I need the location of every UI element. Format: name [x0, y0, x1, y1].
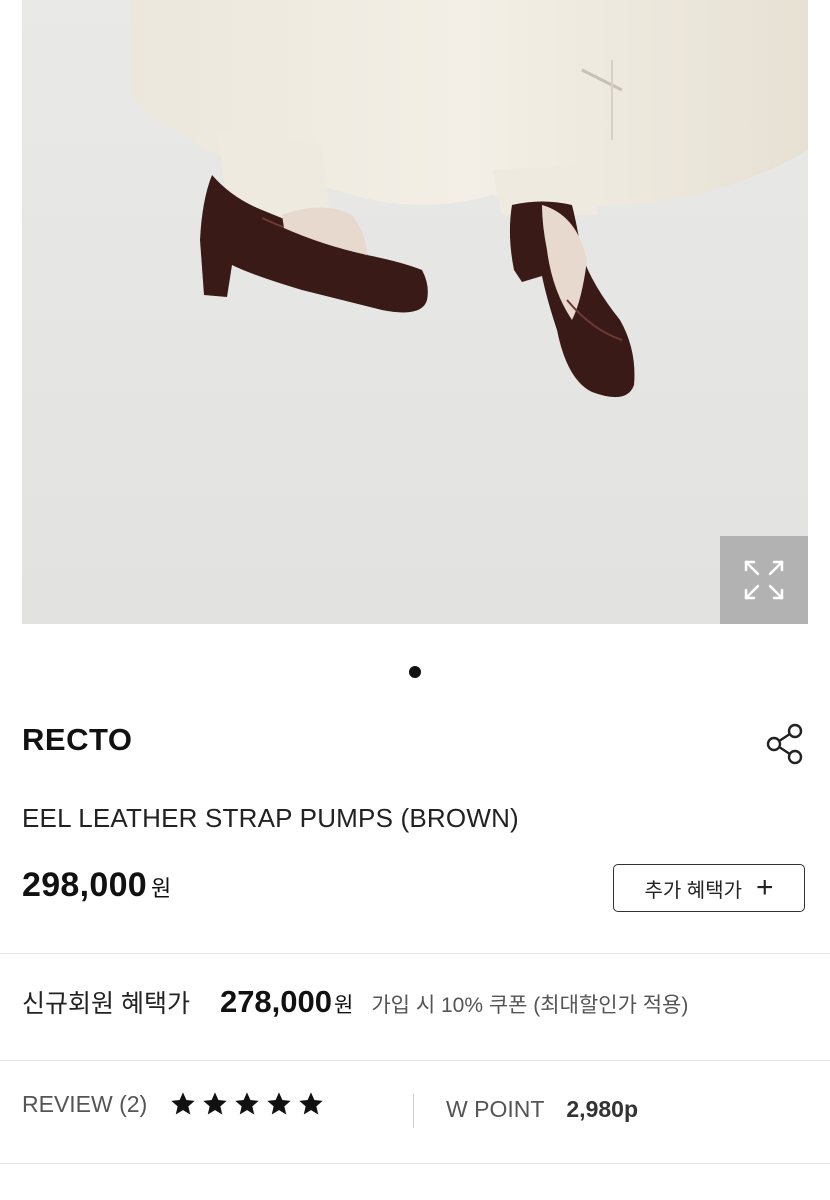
member-benefit-row: 신규회원 혜택가 278,000 원 가입 시 10% 쿠폰 (최대할인가 적용…	[22, 984, 688, 1020]
w-point-value: 2,980p	[566, 1096, 638, 1122]
vertical-separator	[413, 1094, 414, 1128]
star-icon	[171, 1092, 195, 1115]
additional-benefit-button[interactable]: 추가 혜택가 +	[613, 864, 805, 912]
product-title: EEL LEATHER STRAP PUMPS (BROWN)	[22, 803, 519, 833]
review-row[interactable]: REVIEW (2)	[22, 1090, 329, 1118]
divider	[0, 953, 830, 954]
price-currency: 원	[151, 876, 172, 901]
w-point: W POINT 2,980p	[446, 1096, 638, 1123]
star-icon	[299, 1092, 323, 1115]
star-icon	[235, 1092, 259, 1115]
star-icon	[267, 1092, 291, 1115]
member-benefit-currency: 원	[334, 994, 354, 1017]
price-row: 298,000 원	[22, 866, 171, 905]
benefit-button-label: 추가 혜택가	[644, 879, 743, 902]
w-point-label: W POINT	[446, 1096, 545, 1122]
member-benefit-note: 가입 시 10% 쿠폰 (최대할인가 적용)	[371, 994, 689, 1017]
share-button[interactable]	[764, 722, 806, 766]
product-photo	[22, 0, 808, 624]
product-image[interactable]	[22, 0, 808, 624]
star-icon	[203, 1092, 227, 1115]
divider	[0, 1163, 830, 1164]
zoom-button[interactable]	[720, 536, 808, 624]
pagination-dot-active[interactable]	[409, 666, 421, 678]
star-rating	[169, 1090, 329, 1118]
brand-name[interactable]: RECTO	[22, 722, 132, 758]
review-link[interactable]: REVIEW (2)	[22, 1091, 147, 1118]
plus-icon: +	[756, 871, 774, 904]
gallery-pagination	[0, 666, 830, 678]
divider	[0, 1060, 830, 1061]
member-benefit-label: 신규회원 혜택가	[22, 990, 190, 1018]
expand-icon	[744, 560, 784, 600]
member-benefit-price: 278,000	[219, 984, 333, 1019]
share-icon	[766, 723, 803, 765]
product-price: 298,000	[22, 866, 148, 904]
